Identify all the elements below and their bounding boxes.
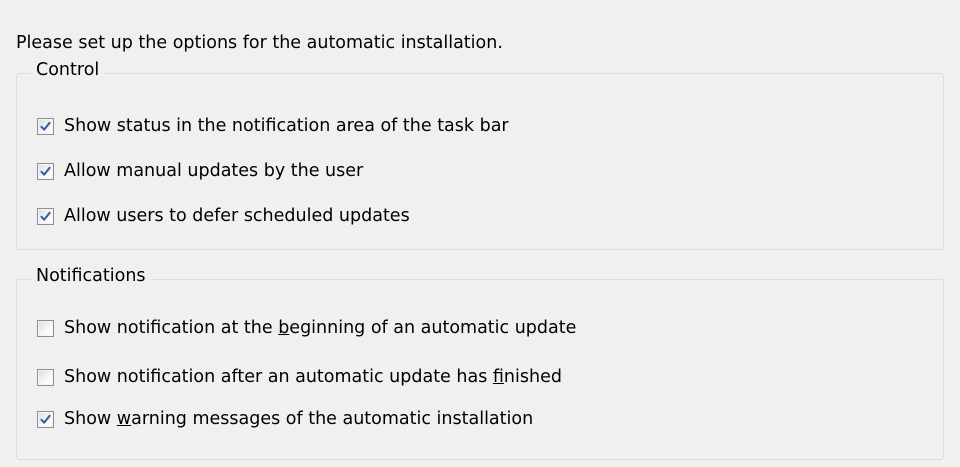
option-notify-beginning[interactable]: Show notification at the beginning of an… bbox=[37, 318, 576, 338]
option-notify-finished[interactable]: Show notification after an automatic upd… bbox=[37, 367, 562, 387]
check-mark-icon bbox=[40, 166, 51, 176]
intro-text: Please set up the options for the automa… bbox=[16, 33, 503, 53]
notify-beginning-checkbox[interactable] bbox=[37, 319, 54, 337]
show-status-checkbox[interactable] bbox=[37, 117, 54, 135]
show-status-label: Show status in the notification area of … bbox=[64, 116, 509, 136]
option-allow-manual-updates[interactable]: Allow manual updates by the user bbox=[37, 161, 363, 181]
warning-messages-checkbox[interactable] bbox=[37, 410, 54, 428]
notifications-group-title: Notifications bbox=[31, 266, 151, 286]
allow-defer-updates-label: Allow users to defer scheduled updates bbox=[64, 206, 410, 226]
notifications-group: Notifications Show notification at the b… bbox=[16, 266, 944, 460]
option-allow-defer-updates[interactable]: Allow users to defer scheduled updates bbox=[37, 206, 410, 226]
mnemonic-letter: b bbox=[278, 318, 290, 338]
check-mark-icon bbox=[40, 121, 51, 131]
allow-defer-updates-checkbox[interactable] bbox=[37, 207, 54, 225]
warning-messages-label: Show warning messages of the automatic i… bbox=[64, 409, 534, 429]
control-group-title: Control bbox=[31, 60, 105, 80]
option-warning-messages[interactable]: Show warning messages of the automatic i… bbox=[37, 409, 533, 429]
allow-manual-updates-label: Allow manual updates by the user bbox=[64, 161, 364, 181]
allow-manual-updates-checkbox[interactable] bbox=[37, 162, 54, 180]
mnemonic-letter: w bbox=[116, 409, 132, 429]
mnemonic-letter: f bbox=[492, 367, 504, 387]
control-group: Control Show status in the notification … bbox=[16, 60, 944, 250]
notify-finished-checkbox[interactable] bbox=[37, 368, 54, 386]
check-mark-icon bbox=[40, 414, 51, 424]
notify-beginning-label: Show notification at the beginning of an… bbox=[64, 318, 577, 338]
option-show-status[interactable]: Show status in the notification area of … bbox=[37, 116, 509, 136]
notify-finished-label: Show notification after an automatic upd… bbox=[64, 367, 562, 387]
check-mark-icon bbox=[40, 211, 51, 221]
